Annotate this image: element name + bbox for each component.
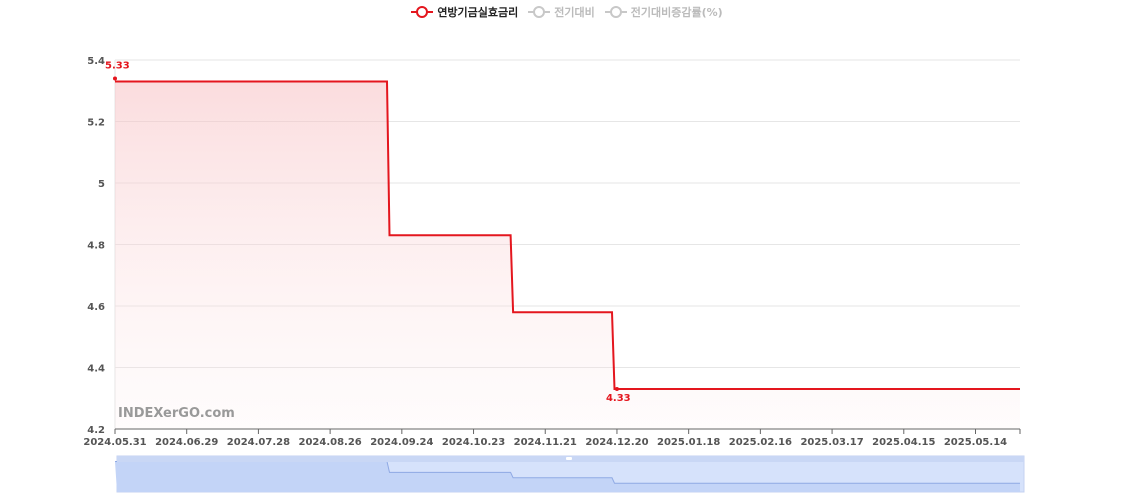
x-tick-label: 2024.08.26 <box>298 437 361 448</box>
data-zoom-slider[interactable] <box>115 455 1025 493</box>
x-tick-label: 2024.05.31 <box>83 437 146 448</box>
x-tick-label: 2024.09.24 <box>370 437 433 448</box>
y-tick-label: 5 <box>98 179 105 190</box>
x-tick-label: 2025.05.14 <box>944 437 1007 448</box>
rate-chart: 4.2 4.4 4.6 4.8 5 5.2 5.4 2024.05.31 2024.06.29 2… <box>83 56 1025 493</box>
data-label: 4.33 <box>606 393 631 404</box>
x-tick-label: 2025.02.16 <box>729 437 792 448</box>
x-tick-label: 2024.10.23 <box>442 437 505 448</box>
x-tick-label: 2025.04.15 <box>872 437 935 448</box>
series-area <box>115 81 1020 429</box>
x-tick-label: 2024.07.28 <box>227 437 290 448</box>
x-tick-label: 2024.11.21 <box>514 437 577 448</box>
y-tick-label: 4.4 <box>87 364 105 375</box>
y-tick-label: 5.4 <box>87 56 105 67</box>
x-tick-label: 2024.12.20 <box>585 437 648 448</box>
x-tick-label: 2025.01.18 <box>657 437 720 448</box>
area-layer <box>115 81 1020 429</box>
y-tick-label: 4.2 <box>87 425 105 436</box>
x-tick-label: 2025.03.17 <box>800 437 863 448</box>
y-tick-label: 4.6 <box>87 302 105 313</box>
watermark: INDEXerGO.com <box>118 406 235 421</box>
data-point <box>113 76 117 81</box>
y-tick-label: 4.8 <box>87 241 105 252</box>
y-tick-label: 5.2 <box>87 118 105 129</box>
zoom-grip-icon <box>566 457 572 460</box>
data-point <box>614 387 619 392</box>
x-tick-label: 2024.06.29 <box>155 437 218 448</box>
data-label: 5.33 <box>105 61 130 72</box>
